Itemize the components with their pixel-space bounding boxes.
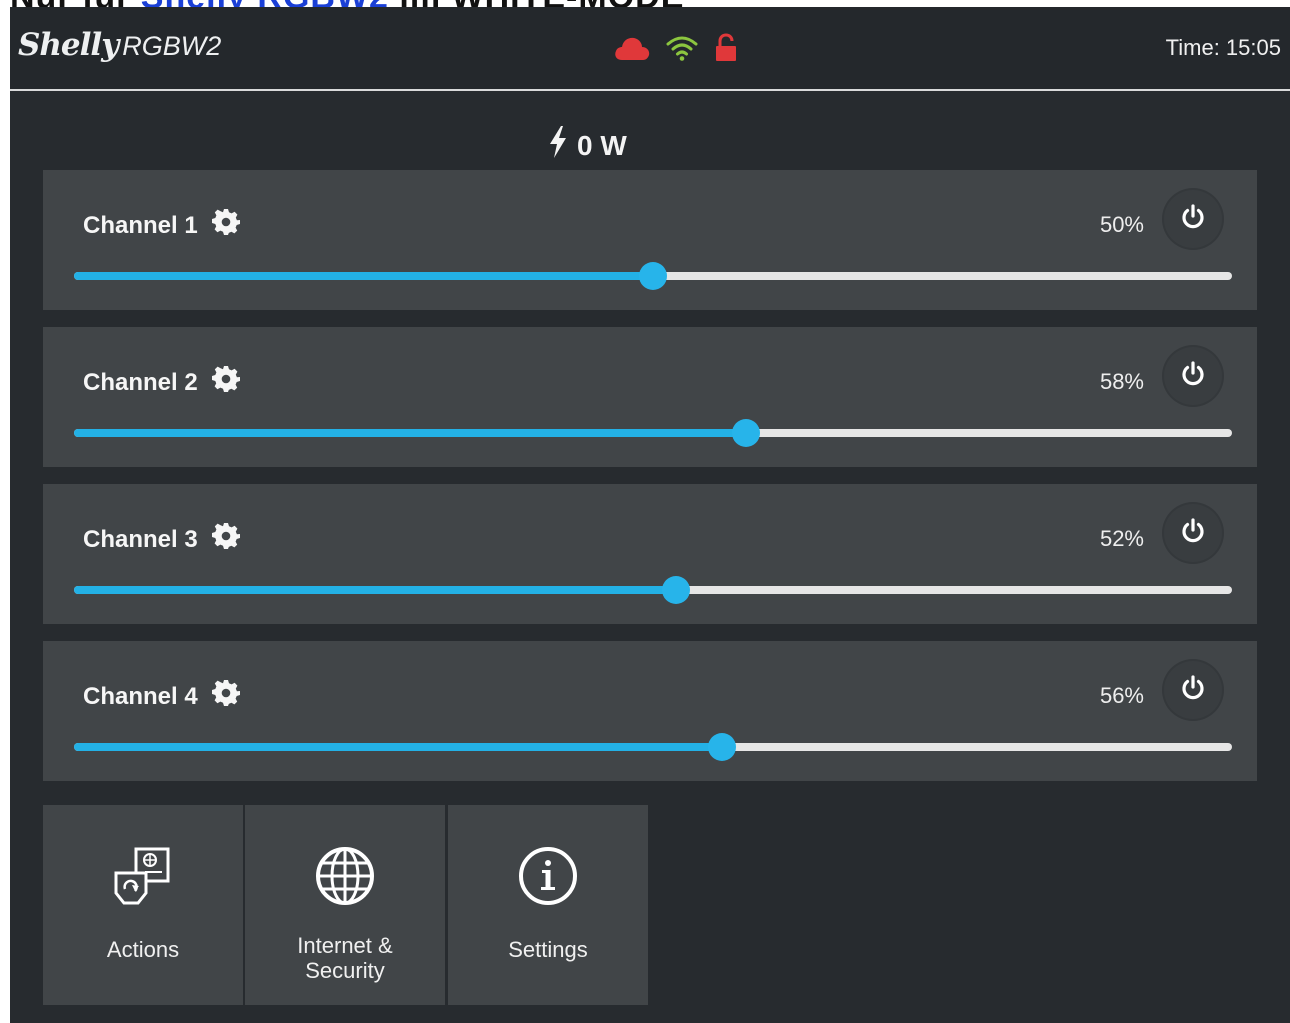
- slider-thumb[interactable]: [708, 733, 737, 761]
- channel-panel: Channel 4 56%: [43, 641, 1257, 781]
- brightness-value: 50%: [1099, 212, 1144, 237]
- power-icon: [1179, 517, 1207, 550]
- gear-icon[interactable]: [211, 365, 240, 400]
- slider-fill: [74, 429, 746, 437]
- power-icon: [1179, 203, 1207, 236]
- internet-security-tile[interactable]: Internet & Security: [245, 805, 445, 1005]
- power-icon: [1179, 360, 1207, 393]
- actions-tile[interactable]: Actions: [43, 805, 243, 1005]
- slider-fill: [74, 586, 677, 594]
- internet-security-label: Internet & Security: [297, 933, 393, 983]
- gear-icon[interactable]: [211, 679, 240, 714]
- logo-model: RGBW2: [122, 31, 222, 61]
- gear-icon[interactable]: [211, 522, 240, 557]
- power-icon: [1179, 674, 1207, 707]
- settings-label: Settings: [508, 937, 588, 962]
- status-icons: [613, 33, 739, 68]
- wifi-icon[interactable]: [665, 34, 699, 67]
- logo-brand: Shelly: [18, 27, 119, 63]
- brightness-slider[interactable]: [74, 576, 1232, 604]
- channel-name: Channel 1: [83, 208, 240, 243]
- time-display: Time: 15:05: [1165, 35, 1281, 60]
- slider-thumb[interactable]: [639, 262, 667, 290]
- brightness-value: 52%: [1099, 526, 1144, 551]
- power-toggle-button[interactable]: [1164, 661, 1222, 719]
- gear-icon[interactable]: [211, 208, 240, 243]
- brightness-slider[interactable]: [74, 733, 1232, 761]
- channel-name: Channel 2: [83, 365, 240, 400]
- channel-name: Channel 4: [83, 679, 240, 714]
- power-toggle-button[interactable]: [1164, 347, 1222, 405]
- brightness-slider[interactable]: [74, 419, 1232, 447]
- channel-panel: Channel 2 58%: [43, 327, 1257, 467]
- slider-fill: [74, 272, 653, 280]
- power-toggle-button[interactable]: [1164, 504, 1222, 562]
- power-value: 0 W: [577, 129, 627, 161]
- shelly-web-app: Shelly RGBW2 Time: 15:05 0 W Channel 1 5…: [10, 7, 1290, 1023]
- shelly-logo: Shelly RGBW2: [18, 27, 221, 63]
- settings-tile[interactable]: Settings: [448, 805, 648, 1005]
- channel-panel: Channel 3 52%: [43, 484, 1257, 624]
- unlocked-icon[interactable]: [713, 33, 739, 68]
- power-toggle-button[interactable]: [1164, 190, 1222, 248]
- power-readout: 0 W: [547, 125, 627, 166]
- brightness-slider[interactable]: [74, 262, 1232, 290]
- brightness-value: 56%: [1099, 683, 1144, 708]
- brightness-value: 58%: [1099, 369, 1144, 394]
- info-icon: [517, 845, 579, 907]
- globe-icon: [314, 845, 376, 907]
- top-bar: Shelly RGBW2 Time: 15:05: [10, 7, 1290, 91]
- slider-thumb[interactable]: [662, 576, 691, 604]
- cloud-icon[interactable]: [613, 34, 651, 67]
- slider-thumb[interactable]: [731, 419, 760, 447]
- lightning-icon: [547, 125, 569, 166]
- channel-name: Channel 3: [83, 522, 240, 557]
- actions-label: Actions: [106, 937, 180, 962]
- slider-fill: [74, 743, 723, 751]
- actions-icon: [112, 845, 174, 907]
- channel-panel: Channel 1 50%: [43, 170, 1257, 310]
